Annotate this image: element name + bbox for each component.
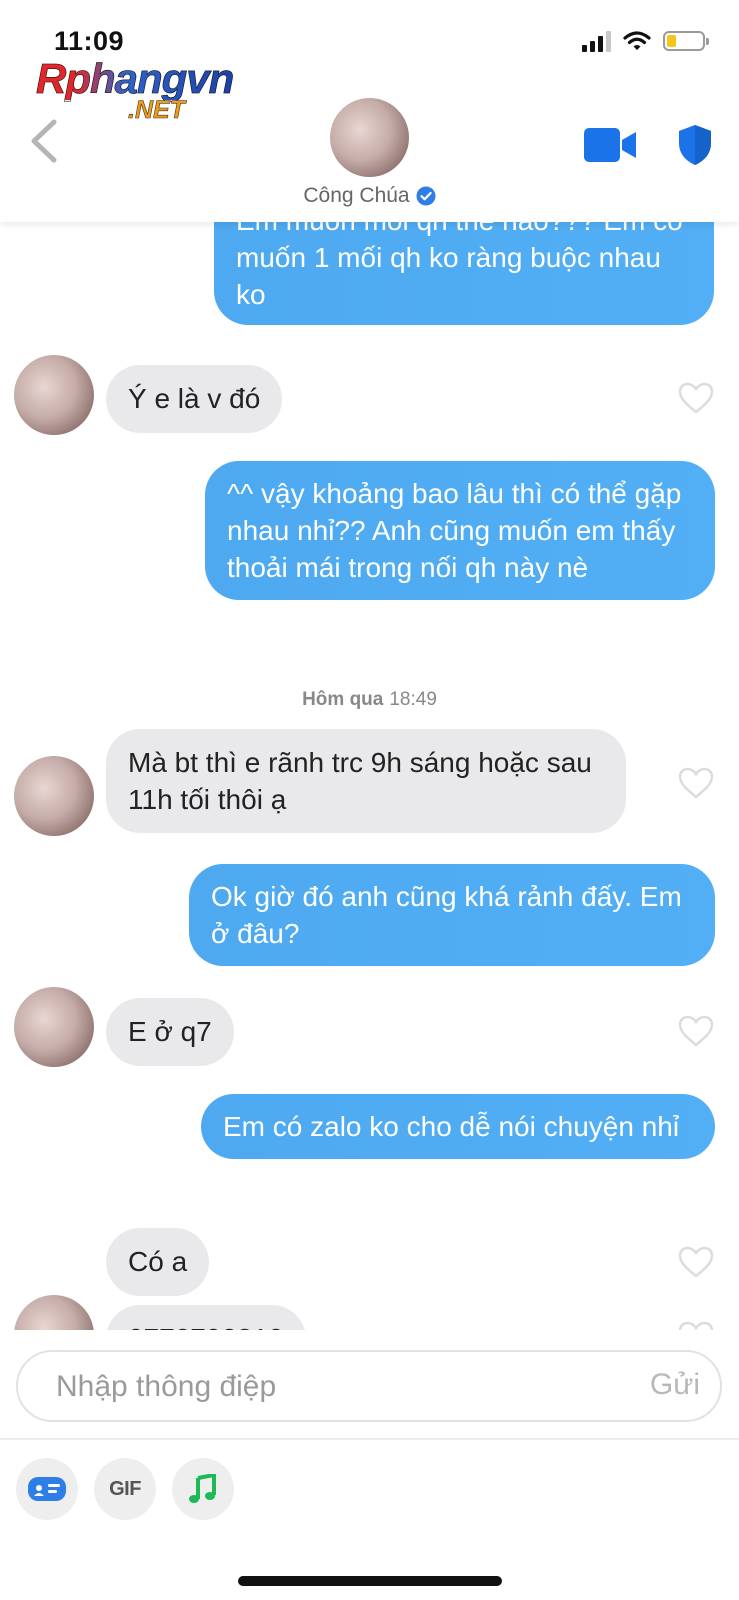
message-incoming[interactable]: E ở q7 bbox=[106, 998, 234, 1066]
wifi-icon bbox=[623, 31, 651, 50]
status-time: 11:09 bbox=[54, 26, 125, 56]
music-note-icon bbox=[189, 1474, 216, 1503]
gif-button[interactable]: GIF bbox=[94, 1458, 156, 1520]
send-button[interactable]: Gửi bbox=[650, 1368, 700, 1402]
heart-icon[interactable] bbox=[677, 766, 715, 800]
message-outgoing[interactable]: ^^ vậy khoảng bao lâu thì có thể gặp nha… bbox=[205, 461, 715, 600]
cellular-signal-icon bbox=[582, 30, 611, 52]
watermark-main: Rphangvn bbox=[36, 55, 235, 102]
message-outgoing[interactable]: Em có zalo ko cho dễ nói chuyện nhỉ bbox=[201, 1094, 715, 1159]
heart-icon[interactable] bbox=[677, 1320, 715, 1330]
chat-header: 11:09 Rphangvn .NET Công Chúa bbox=[0, 0, 739, 222]
message-input-box[interactable]: Gửi bbox=[16, 1350, 722, 1422]
card-button[interactable] bbox=[16, 1458, 78, 1520]
contact-avatar[interactable] bbox=[14, 987, 94, 1067]
watermark-logo: Rphangvn .NET bbox=[36, 55, 235, 124]
divider bbox=[0, 1438, 739, 1440]
shield-icon[interactable] bbox=[677, 124, 713, 166]
watermark-sub: .NET bbox=[128, 96, 186, 125]
heart-icon[interactable] bbox=[677, 1014, 715, 1048]
video-camera-icon[interactable] bbox=[584, 128, 636, 162]
timestamp-day: Hôm qua bbox=[302, 689, 384, 710]
gif-icon: GIF bbox=[109, 1477, 141, 1500]
message-incoming[interactable]: Ý e là v đó bbox=[106, 365, 283, 433]
back-chevron-icon[interactable] bbox=[24, 116, 64, 166]
message-outgoing[interactable]: Ok giờ đó anh cũng khá rảnh đấy. Em ở đâ… bbox=[189, 864, 715, 966]
contact-name-row[interactable]: Công Chúa bbox=[0, 184, 739, 208]
contact-avatar[interactable] bbox=[14, 756, 94, 836]
contact-avatar[interactable] bbox=[14, 1295, 94, 1330]
status-icons bbox=[582, 30, 709, 52]
contact-avatar-large[interactable] bbox=[330, 98, 409, 177]
message-incoming[interactable]: Mà bt thì e rãnh trc 9h sáng hoặc sau 11… bbox=[106, 729, 626, 833]
heart-icon[interactable] bbox=[677, 381, 715, 415]
composer-area: Gửi GIF bbox=[0, 1330, 739, 1600]
message-input[interactable] bbox=[54, 1352, 598, 1422]
message-incoming[interactable]: 0772792810 bbox=[106, 1305, 306, 1330]
music-button[interactable] bbox=[172, 1458, 234, 1520]
heart-icon[interactable] bbox=[677, 1245, 715, 1279]
battery-icon bbox=[663, 31, 709, 51]
message-incoming[interactable]: Có a bbox=[106, 1228, 210, 1296]
timestamp-divider: Hôm qua 18:49 bbox=[0, 689, 739, 711]
card-icon bbox=[28, 1477, 66, 1501]
verified-badge-icon bbox=[416, 186, 436, 206]
contact-avatar[interactable] bbox=[14, 355, 94, 435]
home-indicator[interactable] bbox=[238, 1576, 502, 1586]
contact-name: Công Chúa bbox=[303, 184, 410, 207]
timestamp-time: 18:49 bbox=[389, 689, 437, 710]
